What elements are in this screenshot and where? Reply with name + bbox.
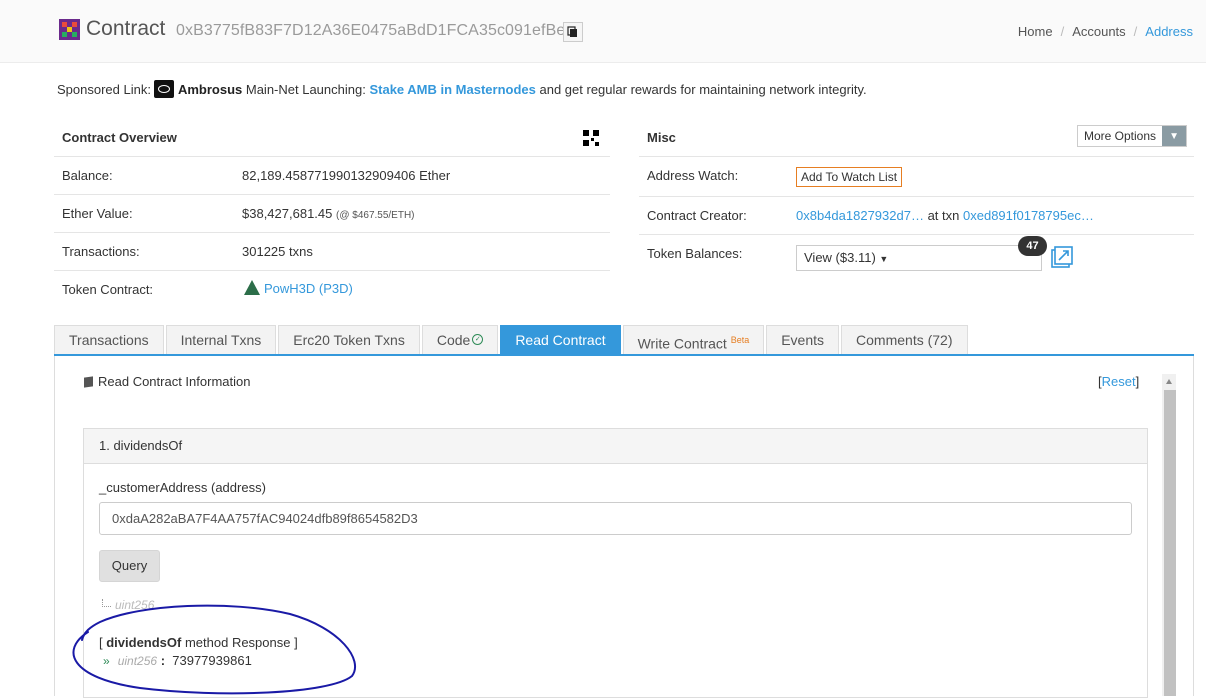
contract-overview-title: Contract Overview xyxy=(62,130,177,145)
response-row: » uint256 : 73977939861 xyxy=(103,653,252,668)
more-options-dropdown[interactable]: More Options ▼ xyxy=(1077,125,1188,147)
tab-internal-txns[interactable]: Internal Txns xyxy=(165,325,277,354)
tab-code[interactable]: Code ✓ xyxy=(421,325,499,354)
copy-icon xyxy=(567,26,577,37)
beta-tag: Beta xyxy=(730,335,750,345)
ether-value: $38,427,681.45 (@ $467.55/ETH) xyxy=(242,206,415,221)
tree-branch-icon xyxy=(102,599,111,607)
qr-code-icon[interactable] xyxy=(583,130,599,146)
output-type-label: uint256 xyxy=(115,598,155,612)
tab-events[interactable]: Events xyxy=(766,325,840,354)
tab-bar: Transactions Internal Txns Erc20 Token T… xyxy=(54,325,970,355)
query-button[interactable]: Query xyxy=(99,550,160,582)
response-suffix: method Response ] xyxy=(181,635,298,650)
scroll-up-icon[interactable] xyxy=(1166,379,1172,384)
creator-txn-link[interactable]: 0xed891f0178795ec… xyxy=(963,208,1094,223)
read-contract-title-text: Read Contract Information xyxy=(98,374,251,389)
read-contract-title: Read Contract Information xyxy=(84,374,250,389)
token-contract-link[interactable]: PowH3D (P3D) xyxy=(244,280,353,296)
response-type: uint256 xyxy=(117,654,158,668)
caret-down-icon: ▼ xyxy=(879,254,889,264)
contract-creator-value: 0x8b4da1827932d7… at txn 0xed891f0178795… xyxy=(796,208,1094,223)
ether-value-amount: $38,427,681.45 xyxy=(242,206,333,221)
powh3d-token-icon xyxy=(244,280,260,295)
tab-comments[interactable]: Comments (72) xyxy=(841,325,968,354)
address-watch-label: Address Watch: xyxy=(647,168,739,183)
scrollbar-thumb[interactable] xyxy=(1164,390,1176,696)
chevron-down-icon: ▼ xyxy=(1162,126,1187,146)
divider xyxy=(54,270,610,271)
copy-address-button[interactable] xyxy=(563,22,583,42)
expand-icon[interactable] xyxy=(1050,246,1074,270)
response-title: [ dividendsOf method Response ] xyxy=(99,635,298,650)
tab-write-contract-label: Write Contract xyxy=(637,335,727,352)
add-to-watch-list-button[interactable]: Add To Watch List xyxy=(796,167,903,187)
param-label: _customerAddress (address) xyxy=(99,480,266,495)
customer-address-input[interactable]: 0xdaA282aBA7F4AA757fAC94024dfb89f8654582… xyxy=(99,502,1132,535)
token-balances-select[interactable]: View ($3.11) ▼ xyxy=(796,245,1042,271)
divider xyxy=(54,194,610,195)
sponsor-text-tail: and get regular rewards for maintaining … xyxy=(539,82,867,97)
transactions-label: Transactions: xyxy=(62,244,140,259)
breadcrumb: Home / Accounts / Address xyxy=(1018,24,1193,39)
divider xyxy=(639,234,1194,235)
tab-transactions[interactable]: Transactions xyxy=(54,325,164,354)
token-count-badge: 47 xyxy=(1018,236,1047,256)
creator-at-text: at txn xyxy=(927,208,960,223)
method-card-header[interactable] xyxy=(84,429,1147,464)
response-value: 73977939861 xyxy=(172,653,252,668)
method-name: 1. dividendsOf xyxy=(99,438,183,453)
contract-identicon-icon xyxy=(59,19,80,40)
output-type: uint256 xyxy=(102,598,154,612)
contract-address: 0xB3775fB83F7D12A36E0475aBdD1FCA35c091ef… xyxy=(176,22,566,39)
creator-address-link[interactable]: 0x8b4da1827932d7… xyxy=(796,208,924,223)
response-colon: : xyxy=(160,653,166,668)
breadcrumb-home[interactable]: Home xyxy=(1018,24,1053,39)
token-balances-value: View ($3.11) xyxy=(804,250,876,265)
double-chevron-right-icon: » xyxy=(103,654,110,668)
breadcrumb-separator: / xyxy=(1133,24,1138,39)
balance-label: Balance: xyxy=(62,168,113,183)
sponsor-text: Main-Net Launching: xyxy=(245,82,366,97)
response-method: dividendsOf xyxy=(106,635,182,650)
token-contract-value[interactable]: PowH3D (P3D) xyxy=(264,281,353,296)
token-contract-label: Token Contract: xyxy=(62,282,154,297)
ambrosus-logo-icon xyxy=(153,80,174,98)
contract-creator-label: Contract Creator: xyxy=(647,208,747,223)
sponsor-link[interactable]: Stake AMB in Masternodes xyxy=(369,82,535,97)
book-icon xyxy=(84,376,93,388)
ether-value-label: Ether Value: xyxy=(62,206,133,221)
divider xyxy=(639,196,1194,197)
tab-write-contract[interactable]: Write Contract Beta xyxy=(622,325,765,354)
divider xyxy=(639,156,1194,157)
divider xyxy=(54,232,610,233)
page-title: Contract xyxy=(86,17,166,40)
breadcrumb-address: Address xyxy=(1145,24,1193,39)
tab-read-contract[interactable]: Read Contract xyxy=(500,325,621,355)
breadcrumb-accounts[interactable]: Accounts xyxy=(1072,24,1125,39)
sponsor-brand: Ambrosus xyxy=(177,82,243,97)
misc-title: Misc xyxy=(647,130,676,145)
breadcrumb-separator: / xyxy=(1060,24,1065,39)
tab-code-label: Code xyxy=(436,332,471,348)
sponsored-link: Sponsored Link: Ambrosus Main-Net Launchi… xyxy=(57,80,867,98)
ether-price-note: (@ $467.55/ETH) xyxy=(336,210,415,221)
reset-link[interactable]: [Reset] xyxy=(1098,374,1139,389)
sponsor-prefix: Sponsored Link: xyxy=(57,82,151,97)
more-options-label: More Options xyxy=(1084,129,1157,143)
balance-value: 82,189.458771990132909406 Ether xyxy=(242,168,451,183)
reset-label[interactable]: Reset xyxy=(1102,374,1136,389)
token-balances-label: Token Balances: xyxy=(647,246,743,261)
tab-erc20-token-txns[interactable]: Erc20 Token Txns xyxy=(278,325,420,354)
divider xyxy=(54,156,610,157)
verified-check-icon: ✓ xyxy=(472,334,484,345)
transactions-value: 301225 txns xyxy=(242,244,313,259)
